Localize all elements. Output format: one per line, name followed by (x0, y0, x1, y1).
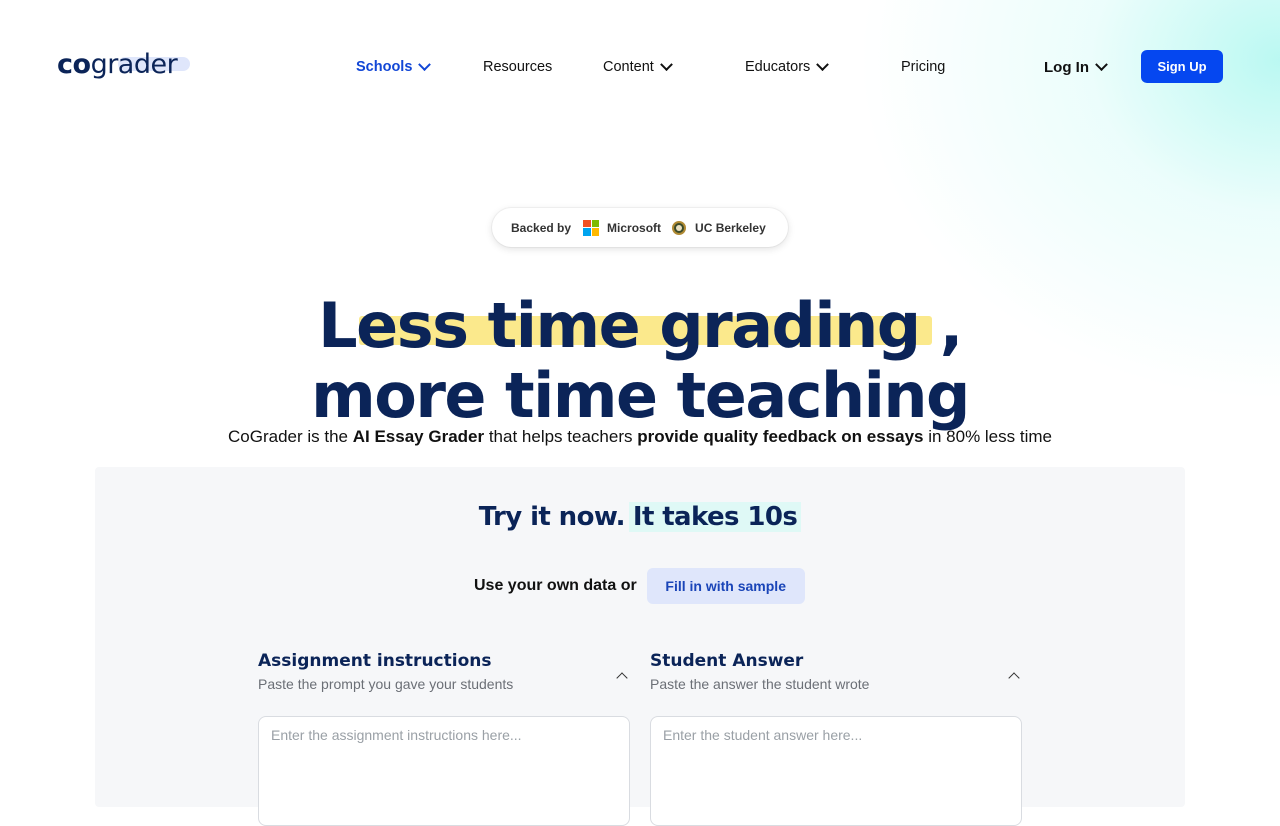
chevron-down-icon (816, 57, 830, 71)
assignment-instructions-title: Assignment instructions (258, 651, 492, 671)
sample-data-row: Use your own data or Fill in with sample (474, 568, 805, 604)
nav-pricing[interactable]: Pricing (901, 57, 945, 77)
chevron-down-icon (418, 57, 432, 71)
subtitle-emphasis: AI Essay Grader (352, 427, 485, 446)
chevron-down-icon (1095, 57, 1108, 71)
subtitle-part: CoGrader is the (228, 427, 353, 446)
assignment-instructions-description: Paste the prompt you gave your students (258, 676, 514, 692)
try-it-title-part2: It takes 10s (628, 502, 802, 532)
login-label: Log In (1044, 58, 1089, 76)
nav-schools-label: Schools (356, 59, 413, 75)
cograder-logo[interactable]: cograder (57, 47, 178, 83)
uc-berkeley-seal-icon (672, 220, 687, 235)
student-answer-section: Student Answer Paste the answer the stud… (650, 650, 1022, 826)
logo-text-co: co (57, 49, 91, 80)
backed-by-label: Backed by (511, 220, 572, 235)
student-answer-title: Student Answer (650, 651, 804, 671)
partner-uc-berkeley: UC Berkeley (695, 220, 766, 235)
microsoft-square-yellow (591, 228, 600, 236)
logo-text-grader: grader (90, 49, 178, 80)
nav-resources[interactable]: Resources (483, 57, 552, 77)
microsoft-logo-icon (583, 219, 600, 236)
student-answer-description: Paste the answer the student wrote (650, 676, 870, 692)
site-header: cograder Schools Resources Content Educa… (0, 0, 1280, 130)
microsoft-square-green (591, 219, 600, 227)
assignment-instructions-input[interactable] (258, 716, 630, 826)
subtitle-part: in 80% less time (923, 427, 1052, 446)
try-it-title-part1: Try it now. (478, 502, 626, 532)
partner-microsoft: Microsoft (607, 220, 662, 235)
backed-by-badge: Backed by Microsoft UC Berkeley (492, 208, 788, 247)
subtitle-emphasis: provide quality feedback on essays (637, 427, 924, 446)
fill-sample-button[interactable]: Fill in with sample (646, 568, 805, 604)
nav-resources-label: Resources (483, 59, 553, 75)
student-answer-input[interactable] (650, 716, 1022, 826)
chevron-down-icon (659, 57, 673, 71)
microsoft-square-red (583, 219, 591, 227)
nav-schools[interactable]: Schools (356, 57, 432, 77)
subtitle-part: that helps teachers (484, 427, 638, 446)
nav-content-label: Content (603, 59, 654, 75)
signup-button[interactable]: Sign Up (1141, 50, 1223, 83)
nav-pricing-label: Pricing (901, 59, 946, 75)
hero-subtitle: CoGrader is the AI Essay Grader that hel… (0, 426, 1280, 448)
hero-headline-line2: more time teaching (311, 359, 970, 432)
login-menu[interactable]: Log In (1044, 57, 1108, 77)
nav-content[interactable]: Content (603, 57, 673, 77)
microsoft-square-blue (583, 228, 591, 236)
hero-headline-line1: Less time grading , (318, 289, 963, 362)
try-it-title: Try it now. It takes 10s (0, 499, 1280, 535)
assignment-instructions-section: Assignment instructions Paste the prompt… (258, 650, 630, 826)
nav-educators-label: Educators (745, 59, 811, 75)
nav-educators[interactable]: Educators (745, 57, 830, 77)
use-own-data-text: Use your own data or (474, 577, 637, 594)
